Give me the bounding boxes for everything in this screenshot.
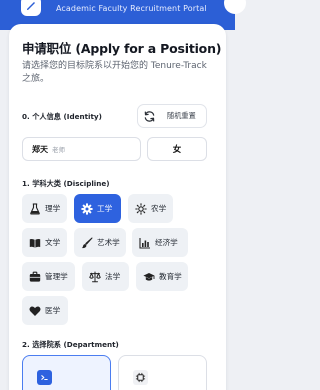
gender-select[interactable]: 女 bbox=[147, 137, 207, 161]
discipline-label: 医学 bbox=[45, 306, 61, 315]
name-field[interactable]: 郑天 老师 bbox=[22, 137, 141, 161]
user-avatar[interactable] bbox=[224, 0, 246, 14]
discipline-label: 教育学 bbox=[159, 272, 182, 281]
heart-icon bbox=[29, 306, 41, 316]
identity-section-label: 0. 个人信息 (Identity) bbox=[22, 112, 102, 121]
briefcase-icon bbox=[29, 271, 41, 282]
discipline-chip-literature[interactable]: 文学 bbox=[22, 228, 67, 257]
graduation-cap-icon bbox=[143, 272, 155, 281]
department-section-label: 2. 选择院系 (Department) bbox=[22, 340, 119, 349]
discipline-section-label: 1. 学科大类 (Discipline) bbox=[22, 179, 110, 188]
name-value: 郑天 bbox=[32, 144, 48, 154]
random-reset-button[interactable]: 随机重置 bbox=[137, 104, 207, 128]
brush-icon bbox=[81, 237, 93, 248]
discipline-label: 农学 bbox=[151, 204, 167, 213]
discipline-label: 文学 bbox=[45, 238, 61, 247]
terminal-icon bbox=[41, 375, 48, 381]
discipline-label: 经济学 bbox=[155, 238, 178, 247]
page-title: 申请职位 (Apply for a Position) bbox=[22, 41, 222, 56]
portal-logo bbox=[21, 0, 41, 16]
sun-icon bbox=[135, 202, 147, 215]
discipline-label: 工学 bbox=[97, 204, 113, 213]
discipline-chip-law[interactable]: 法学 bbox=[82, 262, 129, 291]
scales-icon bbox=[89, 271, 101, 282]
bar-chart-icon bbox=[139, 237, 150, 249]
chip-icon bbox=[135, 372, 146, 383]
department-card[interactable] bbox=[118, 355, 207, 390]
random-reset-label: 随机重置 bbox=[167, 111, 196, 120]
department-icon-badge bbox=[133, 370, 148, 385]
discipline-chip-medicine[interactable]: 医学 bbox=[22, 296, 68, 325]
refresh-icon bbox=[144, 110, 155, 122]
discipline-chip-engineering[interactable]: 工学 bbox=[74, 194, 121, 223]
discipline-chip-agriculture[interactable]: 农学 bbox=[128, 194, 173, 223]
logo-icon bbox=[27, 2, 35, 10]
discipline-chip-management[interactable]: 管理学 bbox=[22, 262, 75, 291]
title-placeholder: 老师 bbox=[52, 146, 65, 154]
book-icon bbox=[29, 238, 41, 248]
page-subtitle: 请选择您的目标院系以开始您的 Tenure-Track 之旅。 bbox=[22, 61, 207, 84]
discipline-label: 管理学 bbox=[45, 272, 68, 281]
discipline-chip-economics[interactable]: 经济学 bbox=[132, 228, 188, 257]
discipline-chip-education[interactable]: 教育学 bbox=[136, 262, 188, 291]
discipline-label: 理学 bbox=[45, 204, 61, 213]
flask-icon bbox=[30, 202, 40, 215]
discipline-label: 艺术学 bbox=[97, 238, 120, 247]
discipline-chip-arts[interactable]: 艺术学 bbox=[74, 228, 126, 257]
portal-title: Academic Faculty Recruitment Portal bbox=[56, 4, 207, 13]
department-icon-badge bbox=[37, 370, 52, 385]
discipline-chip-science[interactable]: 理学 bbox=[22, 194, 67, 223]
discipline-label: 法学 bbox=[105, 272, 121, 281]
gear-icon bbox=[81, 202, 93, 215]
department-card-selected[interactable] bbox=[22, 355, 111, 390]
